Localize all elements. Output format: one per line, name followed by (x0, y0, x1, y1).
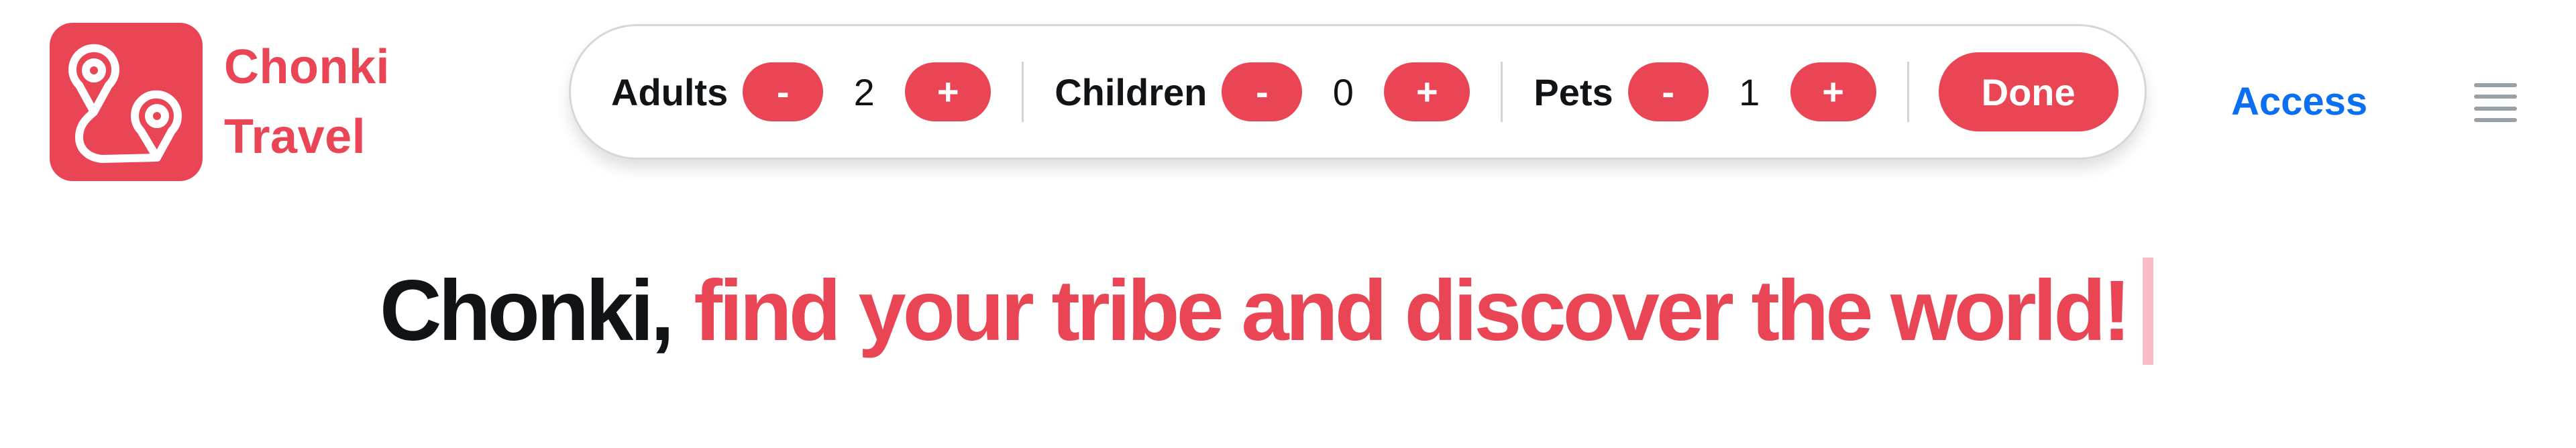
children-label: Children (1055, 70, 1208, 113)
adults-decrement-button[interactable]: - (743, 62, 824, 121)
children-decrement-button[interactable]: - (1222, 62, 1303, 121)
pets-count: 1 (1739, 70, 1760, 113)
divider (1907, 62, 1909, 122)
pets-label: Pets (1534, 70, 1613, 113)
guest-selector: Adults - 2 + Children - 0 + Pets - 1 + D… (569, 24, 2147, 160)
children-group: Children - 0 + (1055, 62, 1470, 121)
typing-cursor (2143, 258, 2153, 365)
brand-name: Chonki Travel (224, 32, 390, 172)
hero-headline: Chonki, find your tribe and discover the… (380, 258, 2153, 365)
headline-accent: find your tribe and discover the world! (694, 263, 2131, 359)
menu-line (2474, 117, 2517, 122)
adults-increment-button[interactable]: + (905, 62, 991, 121)
adults-group: Adults - 2 + (611, 62, 991, 121)
brand-name-line1: Chonki (224, 40, 390, 94)
done-button[interactable]: Done (1938, 52, 2118, 131)
divider (1501, 62, 1503, 122)
headline-prefix: Chonki, (380, 263, 674, 359)
pets-decrement-button[interactable]: - (1627, 62, 1709, 121)
children-count: 0 (1332, 70, 1354, 113)
brand-name-line2: Travel (224, 110, 366, 164)
route-map-pins-icon (50, 23, 203, 181)
adults-count: 2 (853, 70, 875, 113)
menu-line (2474, 106, 2517, 111)
access-link[interactable]: Access (2231, 79, 2367, 124)
brand-logo[interactable]: Chonki Travel (50, 23, 390, 181)
menu-line (2474, 95, 2517, 99)
pets-group: Pets - 1 + (1534, 62, 1876, 121)
hamburger-menu-icon[interactable] (2469, 78, 2522, 127)
adults-label: Adults (611, 70, 729, 113)
pets-increment-button[interactable]: + (1790, 62, 1876, 121)
children-increment-button[interactable]: + (1384, 62, 1470, 121)
menu-line (2474, 83, 2517, 87)
divider (1022, 62, 1024, 122)
